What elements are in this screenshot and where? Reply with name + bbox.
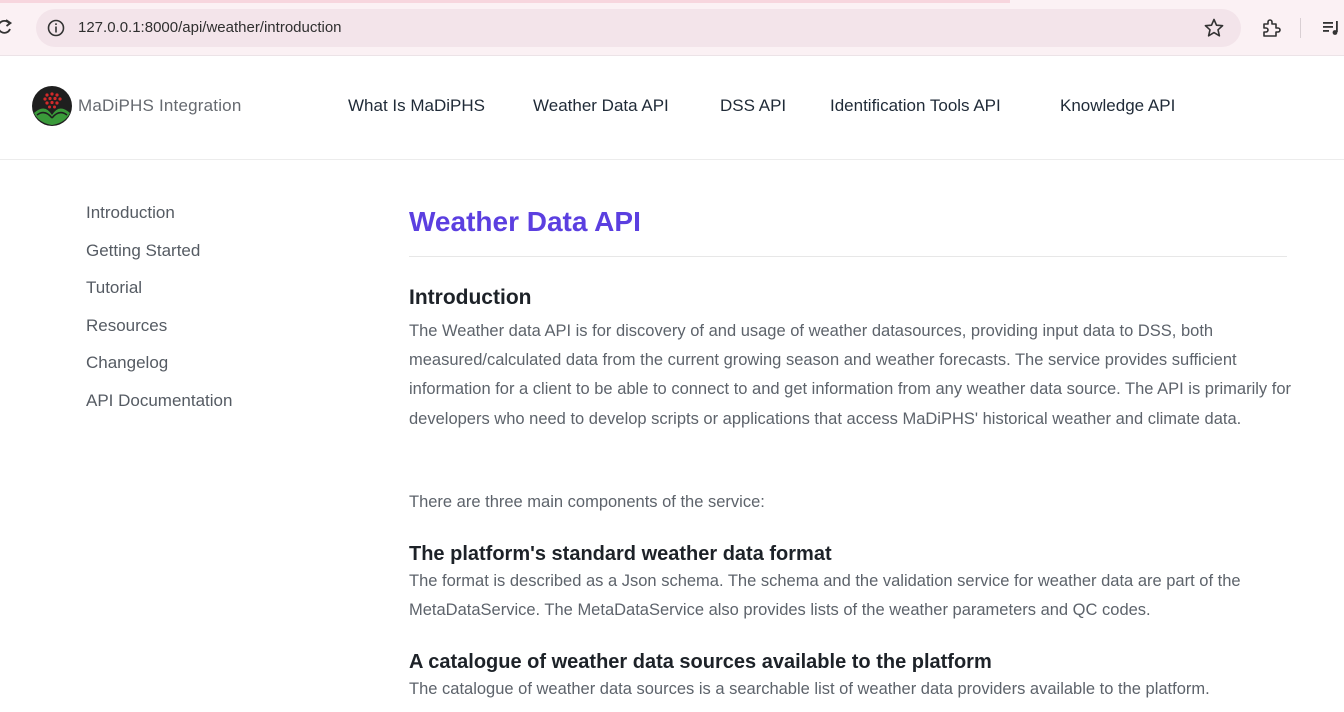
site-header: MaDiPHS Integration What Is MaDiPHS Weat… (0, 56, 1344, 160)
sidebar-item-getting-started[interactable]: Getting Started (86, 240, 326, 278)
address-bar[interactable]: 127.0.0.1:8000/api/weather/introduction (36, 9, 1241, 47)
extensions-icon[interactable] (1259, 16, 1283, 40)
sidebar: Introduction Getting Started Tutorial Re… (86, 202, 326, 428)
section-text-data-format: The format is described as a Json schema… (409, 572, 1241, 620)
url-text[interactable]: 127.0.0.1:8000/api/weather/introduction (78, 19, 342, 37)
media-controls-icon[interactable] (1320, 16, 1344, 40)
toolbar-separator (1300, 18, 1301, 38)
nav-item-identification-tools-api[interactable]: Identification Tools API (830, 96, 1001, 116)
bookmark-star-icon[interactable] (1203, 17, 1225, 39)
nav-item-dss-api[interactable]: DSS API (720, 96, 786, 116)
section-heading-catalogue: A catalogue of weather data sources avai… (409, 651, 992, 673)
reload-icon[interactable] (0, 16, 16, 38)
nav-item-knowledge-api[interactable]: Knowledge API (1060, 96, 1175, 116)
page-title: Weather Data API (409, 206, 641, 237)
sidebar-item-introduction[interactable]: Introduction (86, 202, 326, 240)
browser-toolbar: 127.0.0.1:8000/api/weather/introduction (0, 0, 1344, 56)
sidebar-item-changelog[interactable]: Changelog (86, 352, 326, 390)
madiphs-logo-icon[interactable] (31, 85, 73, 127)
sidebar-item-resources[interactable]: Resources (86, 315, 326, 353)
tab-strip-edge (0, 0, 1010, 3)
nav-item-weather-data-api[interactable]: Weather Data API (533, 96, 669, 116)
intro-heading: Introduction (409, 286, 532, 309)
sidebar-item-tutorial[interactable]: Tutorial (86, 277, 326, 315)
intro-paragraph: The Weather data API is for discovery of… (409, 322, 1291, 428)
section-heading-data-format: The platform's standard weather data for… (409, 543, 832, 565)
components-intro: There are three main components of the s… (409, 493, 765, 511)
section-text-catalogue: The catalogue of weather data sources is… (409, 680, 1210, 698)
title-divider (409, 256, 1287, 257)
site-info-icon[interactable] (46, 18, 66, 38)
nav-item-what-is-madiphs[interactable]: What Is MaDiPHS (348, 96, 485, 116)
sidebar-item-api-documentation[interactable]: API Documentation (86, 390, 326, 428)
brand-name[interactable]: MaDiPHS Integration (78, 96, 241, 116)
